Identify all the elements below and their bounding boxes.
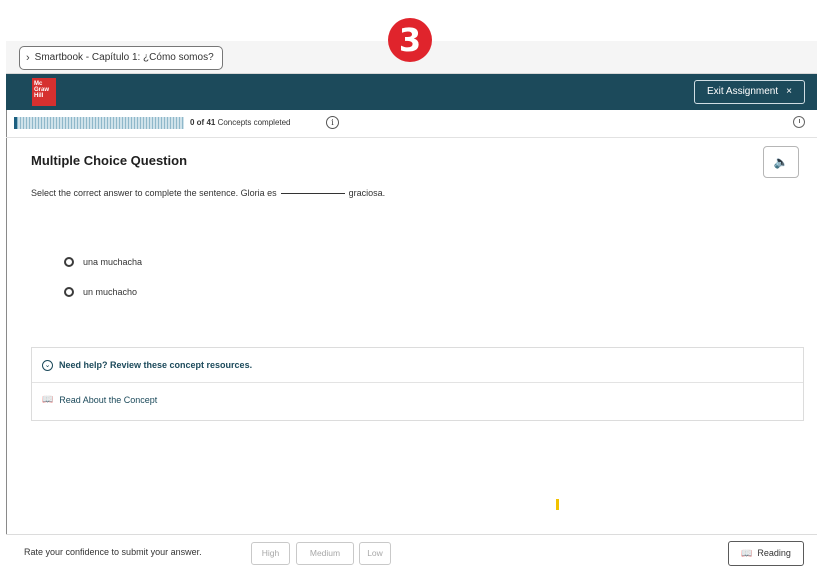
progress-bar	[14, 117, 184, 129]
answer-option[interactable]: un muchacho	[64, 287, 137, 297]
footer-bar: Rate your confidence to submit your answ…	[6, 534, 817, 572]
confidence-medium-button[interactable]: Medium	[296, 542, 354, 565]
confidence-low-button[interactable]: Low	[359, 542, 391, 565]
progress-fill	[14, 117, 17, 129]
progress-text: 0 of 41 Concepts completed	[190, 118, 291, 127]
timer-icon[interactable]	[793, 116, 805, 128]
logo-line: Hill	[34, 93, 44, 99]
help-panel: ⌄ Need help? Review these concept resour…	[31, 347, 804, 421]
progress-count: 0 of 41	[190, 118, 216, 127]
help-toggle[interactable]: ⌄ Need help? Review these concept resour…	[32, 348, 803, 383]
header-bar: Mc Graw Hill Exit Assignment ×	[6, 74, 817, 110]
speaker-icon: 🔈	[773, 155, 789, 169]
help-heading: Need help? Review these concept resource…	[59, 360, 253, 370]
reading-button[interactable]: 📖 Reading	[728, 541, 804, 566]
answer-option-label: un muchacho	[83, 287, 138, 297]
confidence-high-button[interactable]: High	[251, 542, 290, 565]
book-icon: 📖	[42, 394, 54, 404]
chevron-down-icon: ⌄	[42, 359, 53, 371]
prompt-before: Select the correct answer to complete th…	[31, 188, 277, 198]
confidence-label: Rate your confidence to submit your answ…	[24, 547, 202, 557]
question-prompt: Select the correct answer to complete th…	[31, 188, 385, 198]
radio-button[interactable]	[64, 287, 74, 297]
breadcrumb[interactable]: › Smartbook - Capítulo 1: ¿Cómo somos?	[19, 46, 223, 70]
progress-row: 0 of 41 Concepts completed i	[6, 112, 817, 138]
answer-option[interactable]: una muchacha	[64, 257, 142, 267]
info-icon[interactable]: i	[326, 116, 339, 129]
reading-label: Reading	[757, 548, 791, 558]
prompt-after: graciosa.	[348, 188, 386, 198]
exit-assignment-label: Exit Assignment	[707, 86, 779, 97]
question-title: Multiple Choice Question	[31, 153, 188, 168]
step-number-badge: 3	[388, 18, 432, 62]
read-about-concept-label: Read About the Concept	[59, 394, 158, 405]
close-icon: ×	[786, 86, 792, 97]
answer-option-label: una muchacha	[83, 257, 143, 267]
audio-button[interactable]: 🔈	[763, 146, 799, 178]
mcgraw-hill-logo: Mc Graw Hill	[32, 78, 56, 106]
chevron-right-icon: ›	[26, 52, 30, 64]
breadcrumb-label: Smartbook - Capítulo 1: ¿Cómo somos?	[34, 52, 214, 63]
radio-button[interactable]	[64, 257, 74, 267]
text-cursor-marker	[556, 499, 559, 510]
answer-blank	[280, 193, 345, 194]
exit-assignment-button[interactable]: Exit Assignment ×	[694, 80, 805, 104]
book-icon: 📖	[741, 548, 753, 558]
read-about-concept-link[interactable]: 📖 Read About the Concept	[42, 394, 157, 405]
progress-suffix: Concepts completed	[217, 118, 291, 127]
